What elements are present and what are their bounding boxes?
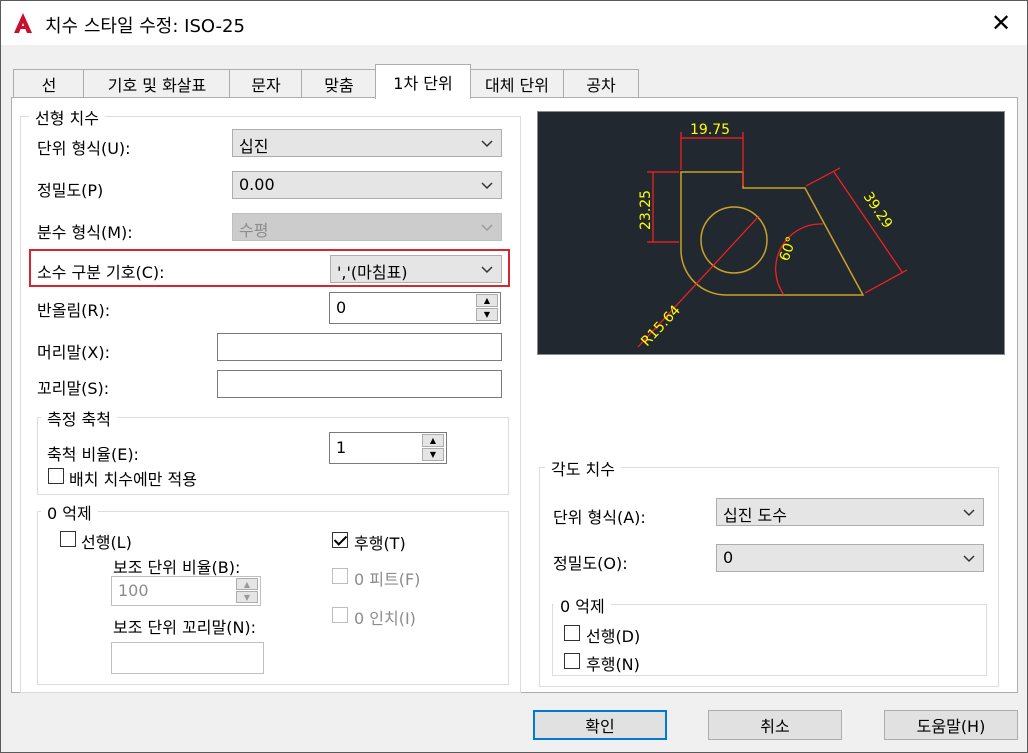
tab-alternate-units[interactable]: 대체 단위 (469, 69, 565, 98)
layout-only-label: 배치 치수에만 적용 (69, 470, 197, 489)
tab-primary-units[interactable]: 1차 단위 (375, 64, 471, 99)
cancel-button[interactable]: 취소 (708, 710, 842, 740)
precision-value: 0.00 (239, 175, 275, 194)
preview-dim-angle: 60° (777, 235, 801, 264)
fraction-format-label: 분수 형식(M): (37, 223, 133, 242)
trailing-zero-checkbox[interactable] (332, 532, 348, 548)
layout-only-checkbox[interactable] (48, 468, 64, 484)
round-off-value: 0 (336, 298, 347, 317)
tab-text[interactable]: 문자 (229, 69, 303, 98)
sub-unit-suffix-label: 보조 단위 꼬리말(N): (113, 618, 257, 637)
zero-inches-checkbox (332, 607, 348, 623)
preview-dim-top: 19.75 (690, 122, 730, 138)
preview-part-outline (680, 171, 865, 296)
sub-unit-factor-spinner: 100 ▲ ▼ (111, 576, 261, 606)
angular-precision-label: 정밀도(O): (553, 554, 628, 573)
preview-hole (700, 206, 768, 274)
zero-feet-checkbox (332, 568, 348, 584)
dimension-preview: 19.75 23.25 39.29 60° R15.64 (537, 111, 1005, 355)
angular-unit-format-select[interactable]: 십진 도수 (716, 498, 984, 526)
prefix-input[interactable] (217, 333, 502, 361)
angular-trailing-zero-checkbox[interactable] (564, 653, 580, 669)
angular-precision-select[interactable]: 0 (716, 544, 984, 572)
chevron-down-icon (481, 224, 493, 232)
title-bar: 치수 스타일 수정: ISO-25 ✕ (1, 1, 1027, 45)
preview-dim-radius: R15.64 (638, 302, 684, 349)
angular-precision-value: 0 (723, 548, 734, 567)
scale-factor-spinner[interactable]: 1 ▲ ▼ (329, 432, 447, 464)
zero-suppression-angular-title: 0 억제 (554, 593, 611, 617)
spin-down-icon[interactable]: ▼ (476, 308, 498, 321)
precision-select[interactable]: 0.00 (232, 171, 502, 199)
preview-drawing: 19.75 23.25 39.29 60° R15.64 (637, 122, 908, 350)
preview-dim-left: 23.25 (638, 190, 654, 230)
ok-button[interactable]: 확인 (533, 710, 667, 740)
close-icon: ✕ (990, 9, 1012, 37)
chevron-down-icon (963, 555, 975, 563)
chevron-down-icon (481, 140, 493, 148)
zero-feet-label: 0 피트(F) (354, 570, 421, 589)
fraction-format-select: 수평 (232, 213, 502, 241)
autocad-logo-icon (14, 13, 32, 33)
trailing-zero-label: 후행(T) (354, 534, 406, 553)
fraction-format-value: 수평 (239, 221, 269, 240)
dimension-style-dialog: 치수 스타일 수정: ISO-25 ✕ 선 기호 및 화살표 문자 맞춤 1차 … (0, 0, 1028, 753)
unit-format-value: 십진 (239, 137, 269, 156)
spin-up-icon[interactable]: ▲ (476, 294, 498, 307)
leading-zero-label: 선행(L) (81, 533, 132, 552)
tab-fit[interactable]: 맞춤 (301, 69, 377, 98)
spin-up-icon: ▲ (236, 578, 258, 590)
sub-unit-factor-label: 보조 단위 비율(B): (113, 558, 241, 577)
scale-factor-value: 1 (336, 438, 347, 457)
angular-leading-zero-checkbox[interactable] (564, 625, 580, 641)
scale-factor-label: 축척 비율(E): (47, 445, 139, 464)
chevron-down-icon (481, 266, 493, 274)
preview-dim-right: 39.29 (860, 189, 896, 231)
suffix-label: 꼬리말(S): (37, 379, 110, 398)
angular-trailing-zero-label: 후행(N) (586, 655, 640, 674)
close-button[interactable]: ✕ (983, 7, 1019, 39)
linear-dimensions-title: 선형 치수 (29, 105, 105, 129)
precision-label: 정밀도(P) (37, 181, 104, 200)
suffix-input[interactable] (217, 370, 502, 398)
chevron-down-icon (963, 509, 975, 517)
angular-unit-format-label: 단위 형식(A): (553, 508, 646, 527)
spin-down-icon: ▼ (236, 591, 258, 603)
zero-suppression-linear-title: 0 억제 (41, 500, 98, 524)
prefix-label: 머리말(X): (37, 343, 110, 362)
spin-up-icon[interactable]: ▲ (422, 434, 444, 447)
angular-dimensions-title: 각도 치수 (545, 456, 621, 480)
sub-unit-factor-value: 100 (118, 581, 149, 600)
sub-unit-suffix-input[interactable] (111, 642, 264, 674)
tab-symbols-arrows[interactable]: 기호 및 화살표 (83, 69, 231, 98)
round-off-spinner[interactable]: 0 ▲ ▼ (329, 292, 501, 324)
unit-format-label: 단위 형식(U): (37, 139, 131, 158)
angular-unit-format-value: 십진 도수 (723, 506, 787, 525)
help-button[interactable]: 도움말(H) (884, 710, 1018, 740)
window-title: 치수 스타일 수정: ISO-25 (45, 16, 245, 37)
decimal-separator-value: ','(마침표) (337, 263, 408, 282)
leading-zero-checkbox[interactable] (60, 531, 76, 547)
unit-format-select[interactable]: 십진 (232, 129, 502, 157)
measurement-scale-title: 측정 축척 (41, 406, 117, 430)
spin-down-icon[interactable]: ▼ (422, 448, 444, 461)
tab-tolerances[interactable]: 공차 (563, 69, 639, 98)
decimal-separator-label: 소수 구분 기호(C): (37, 263, 165, 282)
chevron-down-icon (481, 182, 493, 190)
round-off-label: 반올림(R): (37, 301, 111, 320)
zero-inches-label: 0 인치(I) (354, 609, 416, 628)
tab-lines[interactable]: 선 (13, 69, 85, 98)
angular-leading-zero-label: 선행(D) (586, 627, 641, 646)
decimal-separator-select[interactable]: ','(마침표) (330, 255, 502, 283)
